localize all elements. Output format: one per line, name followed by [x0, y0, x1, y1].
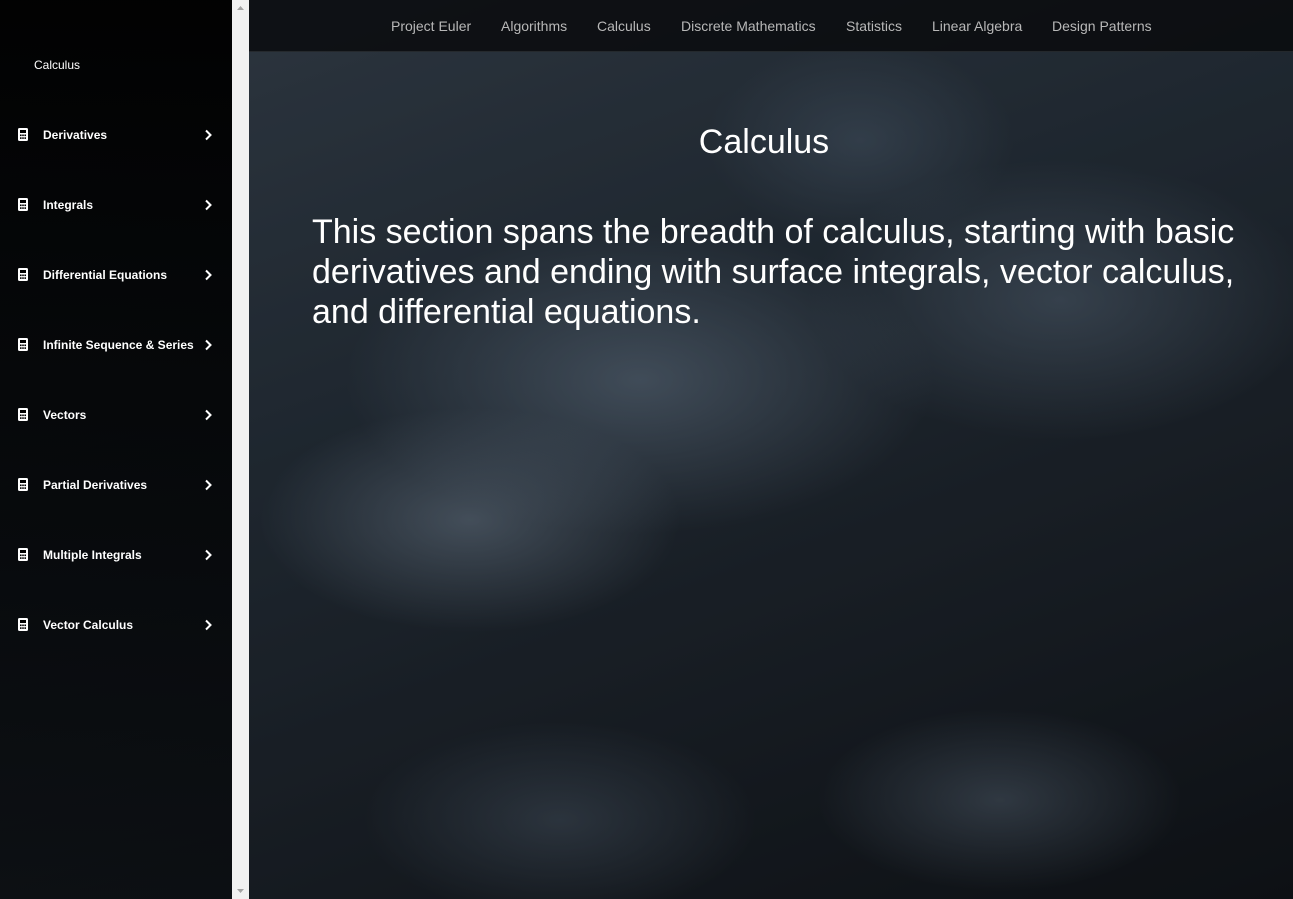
calculator-icon: [18, 478, 28, 491]
sidebar-item-label: Integrals: [43, 198, 94, 212]
chevron-right-icon: [205, 619, 212, 631]
top-navigation: Project Euler Algorithms Calculus Discre…: [249, 0, 1293, 52]
sidebar-item-label: Vector Calculus: [43, 618, 134, 632]
calculator-icon: [18, 338, 28, 351]
chevron-right-icon: [205, 339, 212, 351]
calculator-icon: [18, 548, 28, 561]
calculator-icon: [18, 198, 28, 211]
nav-link-calculus[interactable]: Calculus: [597, 17, 651, 35]
sidebar-item-integrals[interactable]: Integrals: [0, 185, 232, 225]
calculator-icon: [18, 128, 28, 141]
nav-link-design-patterns[interactable]: Design Patterns: [1052, 17, 1152, 35]
sidebar-title: Calculus: [34, 58, 81, 72]
sidebar-item-partial-derivatives[interactable]: Partial Derivatives: [0, 465, 232, 505]
chevron-right-icon: [205, 409, 212, 421]
scroll-down-arrow-icon[interactable]: [232, 882, 249, 899]
chevron-right-icon: [205, 269, 212, 281]
sidebar-scrollbar[interactable]: [232, 0, 249, 899]
chevron-right-icon: [205, 479, 212, 491]
sidebar-item-label: Partial Derivatives: [43, 478, 148, 492]
sidebar-item-label: Multiple Integrals: [43, 548, 142, 562]
sidebar-item-label: Infinite Sequence & Series: [43, 338, 194, 352]
sidebar-item-label: Derivatives: [43, 128, 108, 142]
calculator-icon: [18, 618, 28, 631]
page-title: Calculus: [698, 123, 830, 161]
sidebar-item-label: Differential Equations: [43, 268, 168, 282]
chevron-right-icon: [205, 199, 212, 211]
nav-link-project-euler[interactable]: Project Euler: [391, 17, 471, 35]
nav-link-discrete-mathematics[interactable]: Discrete Mathematics: [681, 17, 816, 35]
sidebar-item-infinite-sequence-series[interactable]: Infinite Sequence & Series: [0, 325, 232, 365]
calculator-icon: [18, 268, 28, 281]
page: Calculus Derivatives Integrals Different…: [0, 0, 1293, 899]
sidebar-item-vectors[interactable]: Vectors: [0, 395, 232, 435]
nav-link-statistics[interactable]: Statistics: [846, 17, 902, 35]
section-description: This section spans the breadth of calcul…: [312, 213, 1235, 331]
calculator-icon: [18, 408, 28, 421]
chevron-right-icon: [205, 549, 212, 561]
sidebar-item-derivatives[interactable]: Derivatives: [0, 115, 232, 155]
sidebar-item-label: Vectors: [43, 408, 87, 422]
chevron-right-icon: [205, 129, 212, 141]
sidebar-item-vector-calculus[interactable]: Vector Calculus: [0, 605, 232, 645]
nav-link-linear-algebra[interactable]: Linear Algebra: [932, 17, 1022, 35]
sidebar: Calculus Derivatives Integrals Different…: [0, 0, 232, 899]
sidebar-item-differential-equations[interactable]: Differential Equations: [0, 255, 232, 295]
nav-link-algorithms[interactable]: Algorithms: [501, 17, 567, 35]
scroll-up-arrow-icon[interactable]: [232, 0, 249, 17]
sidebar-item-multiple-integrals[interactable]: Multiple Integrals: [0, 535, 232, 575]
